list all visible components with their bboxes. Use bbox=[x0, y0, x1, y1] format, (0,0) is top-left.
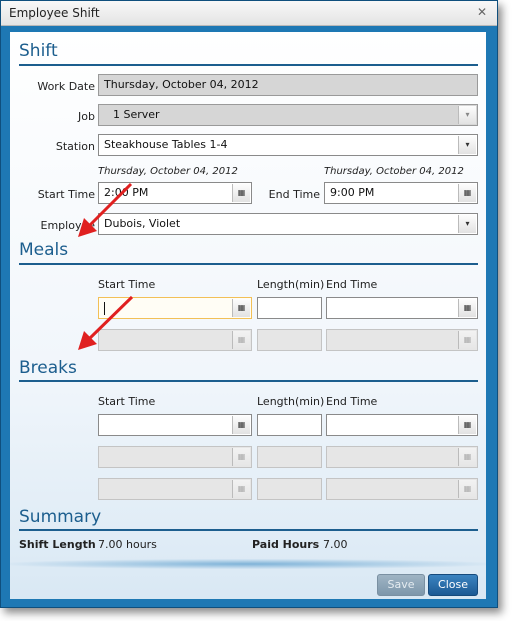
start-time-label: Start Time bbox=[37, 188, 95, 201]
meals-end-time-header: End Time bbox=[326, 278, 378, 291]
meal-1-end-time-input[interactable]: ▦ bbox=[326, 297, 478, 319]
job-select[interactable]: 1 Server ▾ bbox=[98, 104, 478, 126]
break-3-length-input bbox=[257, 478, 322, 500]
meal-2-start-calendar-icon: ▦ bbox=[232, 331, 250, 349]
break-1-end-calendar-icon[interactable]: ▦ bbox=[458, 416, 476, 434]
employee-value: Dubois, Violet bbox=[104, 217, 181, 230]
shift-divider bbox=[19, 64, 478, 66]
meals-length-header: Length(min) bbox=[257, 278, 325, 291]
station-select[interactable]: Steakhouse Tables 1-4 ▾ bbox=[98, 134, 478, 156]
break-3-start-time-input: ▦ bbox=[98, 478, 252, 500]
station-value: Steakhouse Tables 1-4 bbox=[104, 138, 228, 151]
meal-1-start-calendar-icon[interactable]: ▦ bbox=[232, 299, 250, 317]
dialog-title: Employee Shift bbox=[9, 6, 100, 20]
meals-start-time-header: Start Time bbox=[98, 278, 156, 291]
meal-1-start-time-input[interactable]: ▦ bbox=[98, 297, 252, 319]
end-time-label: End Time bbox=[268, 188, 320, 201]
break-1-start-time-input[interactable]: ▦ bbox=[98, 414, 252, 436]
station-label: Station bbox=[55, 140, 95, 153]
start-time-value: 2:00 PM bbox=[104, 186, 149, 199]
work-date-label: Work Date bbox=[37, 80, 95, 93]
job-dropdown-icon[interactable]: ▾ bbox=[458, 106, 476, 124]
breaks-section-title: Breaks bbox=[19, 358, 77, 378]
breaks-end-time-header: End Time bbox=[326, 395, 378, 408]
start-time-input[interactable]: 2:00 PM ▦ bbox=[98, 182, 252, 204]
break-2-length-input bbox=[257, 446, 322, 468]
title-bar: Employee Shift ✕ bbox=[1, 1, 497, 26]
meal-1-length-input[interactable] bbox=[257, 297, 322, 319]
work-date-field: Thursday, October 04, 2012 bbox=[98, 74, 478, 96]
footer-divider bbox=[10, 559, 486, 569]
meals-divider bbox=[19, 263, 478, 265]
employee-dropdown-icon[interactable]: ▾ bbox=[458, 215, 476, 233]
end-time-value: 9:00 PM bbox=[330, 186, 375, 199]
end-day-label: Thursday, October 04, 2012 bbox=[324, 166, 464, 177]
breaks-divider bbox=[19, 380, 478, 382]
shift-length-value: 7.00 hours bbox=[98, 538, 157, 551]
break-1-length-input[interactable] bbox=[257, 414, 322, 436]
paid-hours-label: Paid Hours bbox=[252, 538, 320, 551]
meal-2-start-time-input: ▦ bbox=[98, 329, 252, 351]
work-date-value: Thursday, October 04, 2012 bbox=[104, 78, 259, 91]
breaks-length-header: Length(min) bbox=[257, 395, 325, 408]
summary-section-title: Summary bbox=[19, 507, 102, 527]
breaks-start-time-header: Start Time bbox=[98, 395, 156, 408]
break-3-end-time-input: ▦ bbox=[326, 478, 478, 500]
text-caret bbox=[104, 301, 105, 315]
start-day-label: Thursday, October 04, 2012 bbox=[98, 166, 238, 177]
break-2-start-time-input: ▦ bbox=[98, 446, 252, 468]
start-time-calendar-icon[interactable]: ▦ bbox=[232, 184, 250, 202]
job-label: Job bbox=[78, 110, 95, 123]
meal-2-end-time-input: ▦ bbox=[326, 329, 478, 351]
break-2-end-time-input: ▦ bbox=[326, 446, 478, 468]
meals-section-title: Meals bbox=[19, 240, 69, 260]
break-1-end-time-input[interactable]: ▦ bbox=[326, 414, 478, 436]
meal-2-length-input bbox=[257, 329, 322, 351]
end-time-input[interactable]: 9:00 PM ▦ bbox=[324, 182, 478, 204]
job-value: 1 Server bbox=[113, 108, 160, 121]
meal-2-end-calendar-icon: ▦ bbox=[458, 331, 476, 349]
break-2-end-calendar-icon: ▦ bbox=[458, 448, 476, 466]
employee-shift-dialog: Employee Shift ✕ Shift Work Date Thursda… bbox=[0, 0, 498, 608]
shift-section-title: Shift bbox=[19, 41, 58, 61]
paid-hours-value: 7.00 bbox=[323, 538, 348, 551]
break-3-end-calendar-icon: ▦ bbox=[458, 480, 476, 498]
station-dropdown-icon[interactable]: ▾ bbox=[458, 136, 476, 154]
employee-label: Employee bbox=[40, 219, 95, 232]
close-icon[interactable]: ✕ bbox=[475, 5, 489, 19]
employee-select[interactable]: Dubois, Violet ▾ bbox=[98, 213, 478, 235]
break-1-start-calendar-icon[interactable]: ▦ bbox=[232, 416, 250, 434]
break-2-start-calendar-icon: ▦ bbox=[232, 448, 250, 466]
end-time-calendar-icon[interactable]: ▦ bbox=[458, 184, 476, 202]
save-button[interactable]: Save bbox=[377, 574, 425, 596]
meal-1-end-calendar-icon[interactable]: ▦ bbox=[458, 299, 476, 317]
dialog-content: Shift Work Date Thursday, October 04, 20… bbox=[10, 32, 486, 599]
summary-divider bbox=[19, 529, 478, 531]
shift-length-label: Shift Length bbox=[19, 538, 96, 551]
close-button[interactable]: Close bbox=[428, 574, 478, 596]
break-3-start-calendar-icon: ▦ bbox=[232, 480, 250, 498]
